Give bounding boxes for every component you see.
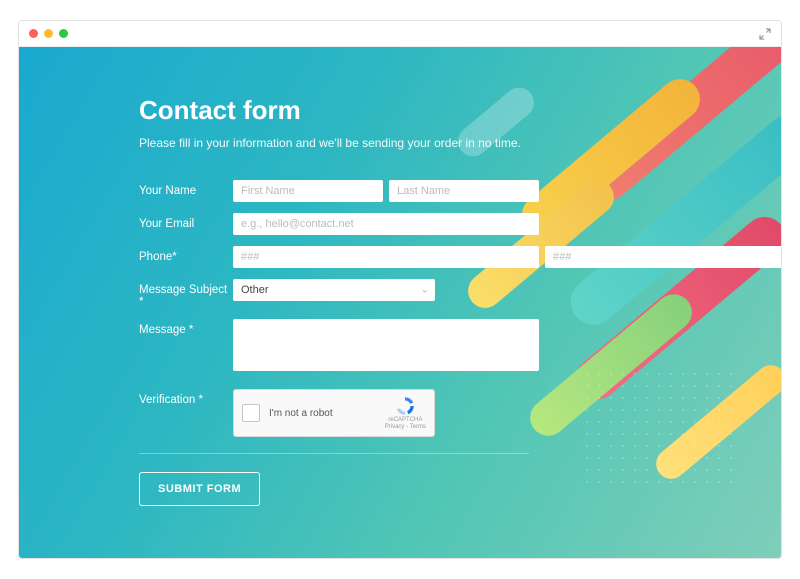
recaptcha-icon <box>394 395 416 417</box>
window-controls <box>29 29 68 38</box>
email-label: Your Email <box>139 213 233 230</box>
maximize-icon[interactable] <box>59 29 68 38</box>
verification-label: Verification * <box>139 389 233 406</box>
row-email: Your Email <box>139 213 539 235</box>
row-phone: Phone* <box>139 246 539 268</box>
message-label: Message * <box>139 319 233 336</box>
email-input[interactable] <box>233 213 539 235</box>
recaptcha-checkbox[interactable] <box>242 404 260 422</box>
decoration-dots <box>581 368 741 488</box>
message-textarea[interactable] <box>233 319 539 371</box>
contact-form: Contact form Please fill in your informa… <box>19 47 539 558</box>
close-icon[interactable] <box>29 29 38 38</box>
row-verification: Verification * I'm not a robot reCAPTCHA <box>139 389 539 437</box>
recaptcha-label: I'm not a robot <box>269 408 385 419</box>
phone-label: Phone* <box>139 246 233 263</box>
subject-label: Message Subject * <box>139 279 233 308</box>
browser-window: Contact form Please fill in your informa… <box>18 20 782 559</box>
subject-select[interactable]: Other <box>233 279 435 301</box>
submit-button[interactable]: SUBMIT FORM <box>139 472 260 506</box>
page-title: Contact form <box>139 95 539 126</box>
recaptcha-widget[interactable]: I'm not a robot reCAPTCHA Privacy - Term… <box>233 389 435 437</box>
window-titlebar <box>19 21 781 47</box>
name-label: Your Name <box>139 180 233 197</box>
minimize-icon[interactable] <box>44 29 53 38</box>
row-name: Your Name <box>139 180 539 202</box>
phone-area-input[interactable] <box>233 246 539 268</box>
row-subject: Message Subject * Other ⌄ <box>139 279 539 308</box>
form-divider <box>139 453 529 454</box>
row-message: Message * <box>139 319 539 371</box>
page-subtitle: Please fill in your information and we'l… <box>139 136 539 150</box>
first-name-input[interactable] <box>233 180 383 202</box>
recaptcha-badge: reCAPTCHA Privacy - Terms <box>385 395 426 430</box>
phone-prefix-input[interactable] <box>545 246 781 268</box>
page-viewport: Contact form Please fill in your informa… <box>19 47 781 558</box>
expand-icon[interactable] <box>759 27 771 39</box>
last-name-input[interactable] <box>389 180 539 202</box>
